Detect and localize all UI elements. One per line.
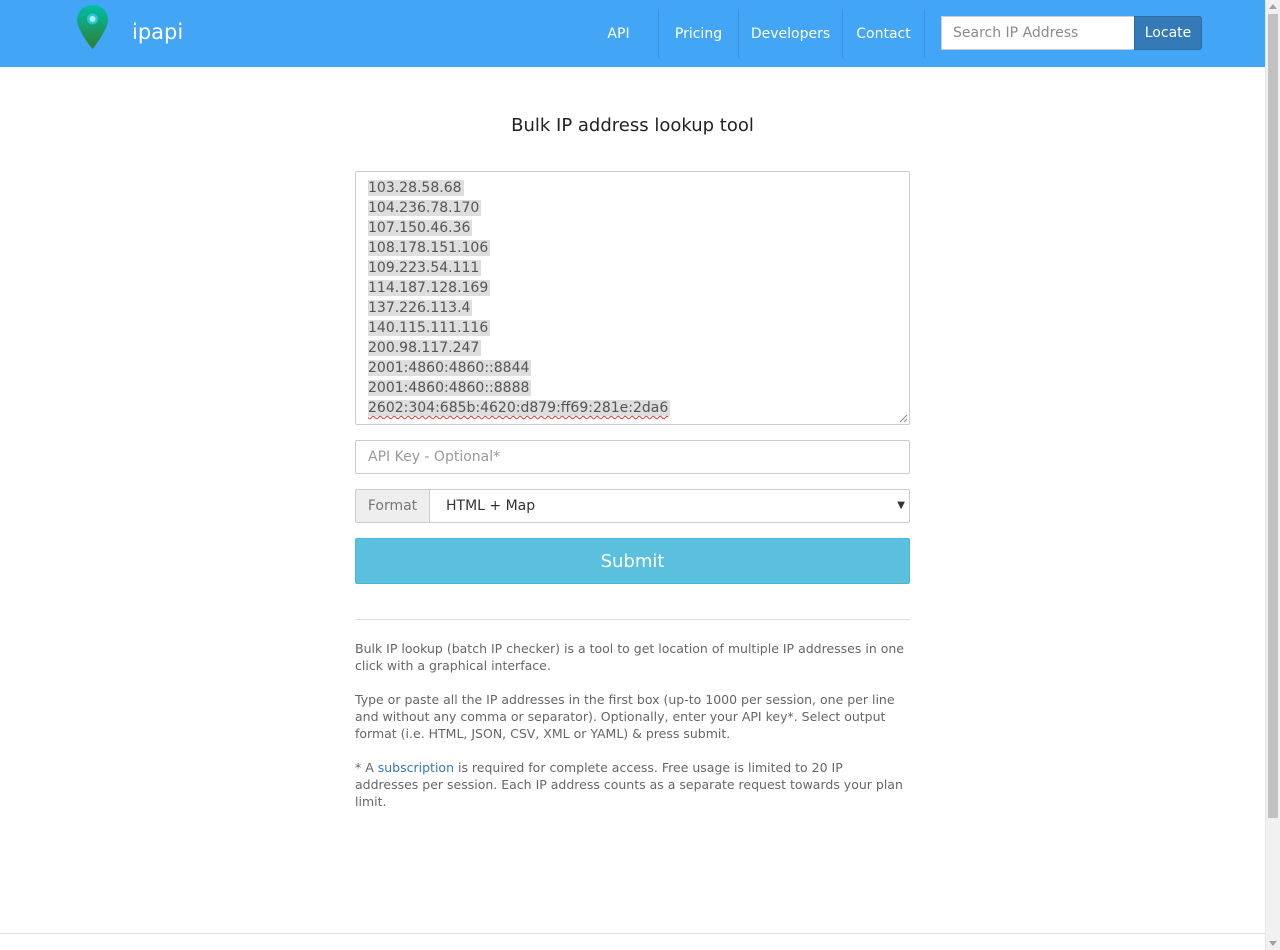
ip-line: 114.187.128.169 (368, 278, 897, 298)
scroll-down-arrow-icon[interactable] (1269, 941, 1277, 946)
nav-developers[interactable]: Developers (739, 9, 843, 58)
ip-line: 2001:4860:4860::8844 (368, 358, 897, 378)
nav-api[interactable]: API (579, 9, 659, 58)
ip-text: 114.187.128.169 (368, 280, 491, 296)
footer-divider (0, 933, 1265, 934)
ip-line: 137.226.113.4 (368, 298, 897, 318)
ip-text: 2001:4860:4860::8888 (368, 380, 532, 396)
ip-line: 109.223.54.111 (368, 258, 897, 278)
format-select[interactable]: HTML + Map ▼ (429, 489, 910, 523)
api-key-input[interactable] (355, 440, 910, 474)
format-group: Format HTML + Map ▼ (355, 489, 910, 523)
ip-line: 104.236.78.170 (368, 198, 897, 218)
ip-addresses-textarea[interactable]: 103.28.58.68 104.236.78.170 107.150.46.36 1… (355, 171, 910, 425)
dropdown-arrow-icon: ▼ (897, 500, 905, 511)
navbar: ipapi API Pricing Developers Contact Loc… (0, 0, 1265, 67)
ip-text: 103.28.58.68 (368, 180, 464, 196)
scrollbar-thumb[interactable] (1268, 14, 1278, 818)
locate-button[interactable]: Locate (1134, 16, 1202, 50)
divider (355, 619, 910, 620)
nav-pricing[interactable]: Pricing (659, 9, 739, 58)
page: ipapi API Pricing Developers Contact Loc… (0, 0, 1265, 950)
resize-handle-icon[interactable] (899, 414, 908, 423)
description-paragraph-2: Type or paste all the IP addresses in th… (355, 692, 895, 741)
vertical-scrollbar[interactable] (1265, 0, 1280, 950)
search-ip-input[interactable] (941, 16, 1135, 50)
description-prefix: * A (355, 760, 378, 775)
ip-text: 109.223.54.111 (368, 260, 482, 276)
ip-line: 200.98.117.247 (368, 338, 897, 358)
ip-text: 137.226.113.4 (368, 300, 473, 316)
description-paragraph-3: * A subscription is required for complet… (355, 759, 910, 810)
page-title: Bulk IP address lookup tool (511, 115, 754, 136)
ip-text: 104.236.78.170 (368, 200, 482, 216)
ip-text: 107.150.46.36 (368, 220, 473, 236)
ip-line: 2602:304:685b:4620:d879:ff69:281e:2da6 (368, 398, 897, 418)
nav-contact[interactable]: Contact (843, 9, 925, 58)
format-selected-value: HTML + Map (446, 498, 536, 514)
ip-line: 2001:4860:4860::8888 (368, 378, 897, 398)
ip-line: 107.150.46.36 (368, 218, 897, 238)
submit-button[interactable]: Submit (355, 538, 910, 584)
scroll-up-arrow-icon[interactable] (1269, 4, 1277, 9)
ip-text: 140.115.111.116 (368, 320, 491, 336)
brand-link[interactable]: ipapi (132, 18, 183, 46)
ip-text: 108.178.151.106 (368, 240, 491, 256)
description-paragraph-1: Bulk IP lookup (batch IP checker) is a t… (355, 641, 904, 673)
ip-list: 103.28.58.68 104.236.78.170 107.150.46.36 1… (368, 178, 897, 418)
ip-text: 2001:4860:4860::8844 (368, 360, 532, 376)
ip-line: 140.115.111.116 (368, 318, 897, 338)
map-pin-icon[interactable] (76, 4, 109, 50)
ip-text: 200.98.117.247 (368, 340, 482, 356)
subscription-link[interactable]: subscription (378, 760, 454, 775)
ip-line: 108.178.151.106 (368, 238, 897, 258)
ip-line: 103.28.58.68 (368, 178, 897, 198)
ip-text: 2602:304:685b:4620:d879:ff69:281e:2da6 (368, 400, 671, 416)
main-nav: API Pricing Developers Contact (579, 9, 925, 58)
format-label: Format (355, 489, 429, 523)
